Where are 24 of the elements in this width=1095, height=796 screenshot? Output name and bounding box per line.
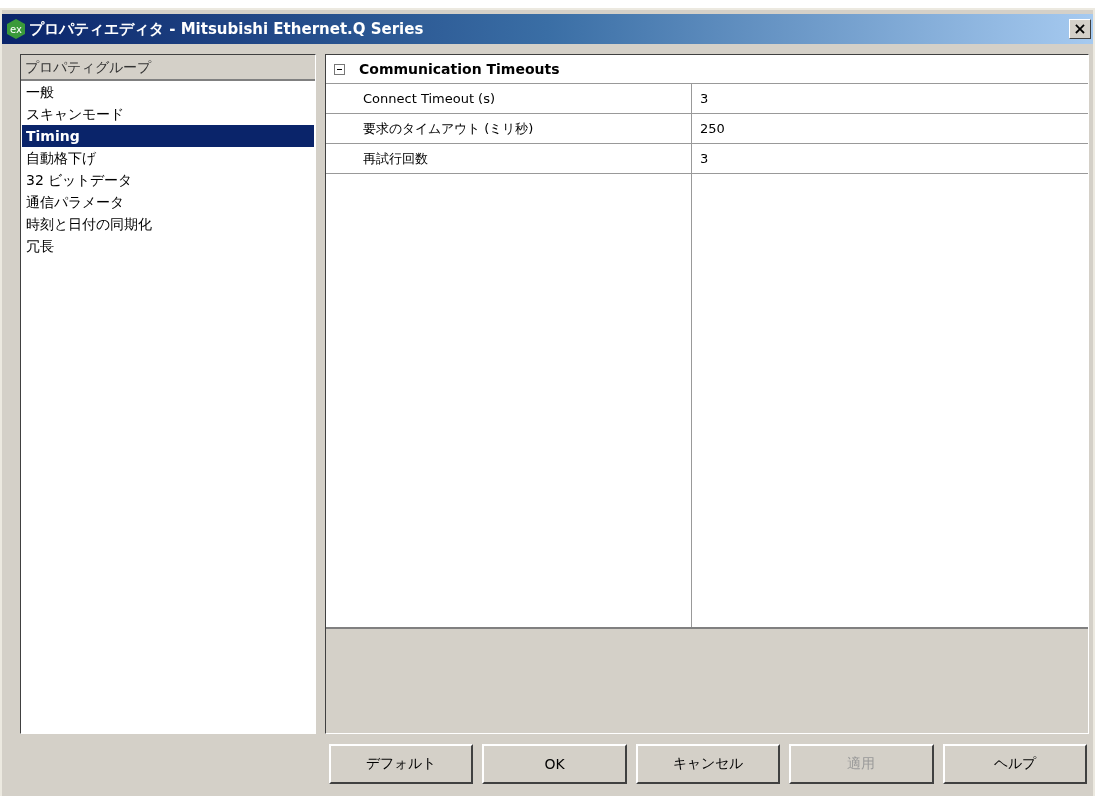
list-item[interactable]: 自動格下げ bbox=[22, 147, 314, 169]
list-item[interactable]: 一般 bbox=[22, 81, 314, 103]
list-item[interactable]: 32 ビットデータ bbox=[22, 169, 314, 191]
collapse-icon[interactable] bbox=[334, 63, 345, 75]
property-name: Connect Timeout (s) bbox=[326, 84, 692, 113]
property-value[interactable]: 3 bbox=[692, 84, 1088, 113]
property-name: 再試行回数 bbox=[326, 144, 692, 173]
dialog-button[interactable]: キャンセル bbox=[635, 744, 781, 784]
app-logo: ex bbox=[6, 19, 26, 39]
list-item[interactable]: スキャンモード bbox=[22, 103, 314, 125]
dialog-button[interactable]: ヘルプ bbox=[942, 744, 1088, 784]
dialog-button[interactable]: デフォルト bbox=[329, 744, 474, 784]
property-value[interactable]: 3 bbox=[692, 144, 1088, 173]
list-item[interactable]: Timing bbox=[22, 125, 314, 147]
section-title: Communication Timeouts bbox=[359, 61, 560, 77]
list-item[interactable]: 時刻と日付の同期化 bbox=[22, 213, 314, 235]
close-button[interactable]: × bbox=[1069, 19, 1091, 39]
property-name: 要求のタイムアウト (ミリ秒) bbox=[326, 114, 692, 143]
list-item[interactable]: 通信パラメータ bbox=[22, 191, 314, 213]
window-title: プロパティエディタ - Mitsubishi Ethernet.Q Series bbox=[29, 19, 425, 39]
list-header: プロパティグループ bbox=[21, 55, 315, 81]
dialog-button[interactable]: OK bbox=[482, 744, 627, 784]
list-item[interactable]: 冗長 bbox=[22, 235, 314, 257]
property-value[interactable]: 250 bbox=[692, 114, 1088, 143]
